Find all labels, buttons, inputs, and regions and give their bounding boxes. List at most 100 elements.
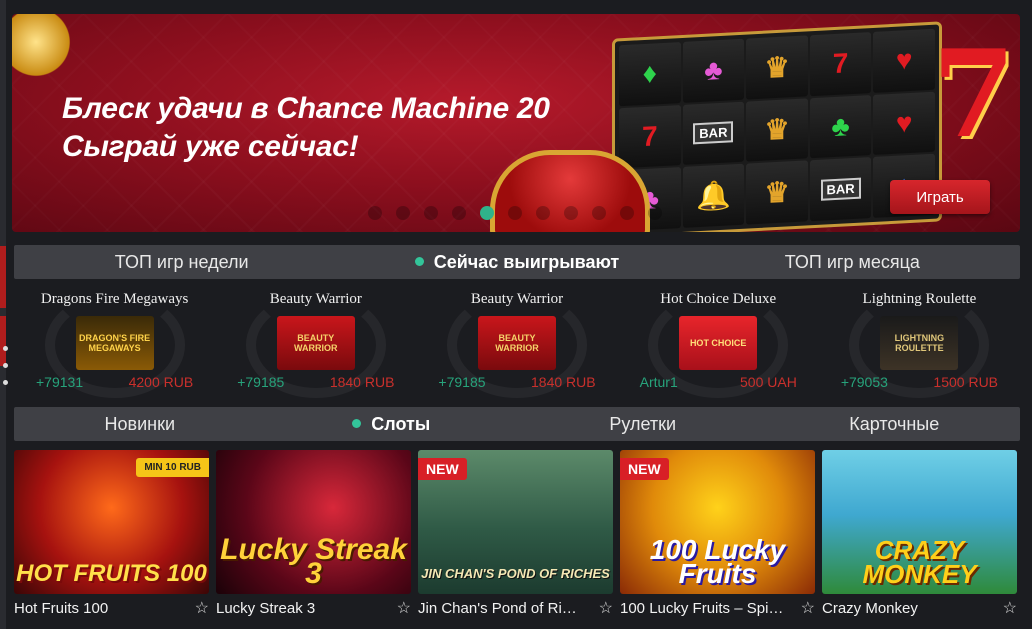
pagination-dot[interactable] (592, 206, 606, 220)
tab-top-month[interactable]: ТОП игр месяца (685, 252, 1020, 273)
bar-symbol-label: BAR (693, 121, 734, 145)
winner-card[interactable]: Dragons Fire Megaways DRAGON'S FIRE MEGA… (14, 284, 215, 400)
winner-game-name: Beauty Warrior (269, 291, 362, 307)
winner-user: +79185 (237, 374, 285, 390)
crown-symbol-icon: ♛ (746, 160, 808, 225)
promo-banner[interactable]: Блеск удачи в Chance Machine 20 Сыграй у… (12, 14, 1020, 232)
banner-pagination (368, 206, 662, 220)
game-art-title: 100 Lucky Fruits (649, 534, 786, 589)
game-thumbnail[interactable]: Lucky Streak 3 (216, 450, 411, 594)
banner-title-line1: Блеск удачи в Chance Machine 20 (62, 92, 550, 125)
pagination-dot[interactable] (424, 206, 438, 220)
clover-symbol-icon: ♣ (809, 94, 872, 159)
pagination-dot[interactable] (564, 206, 578, 220)
game-name[interactable]: Hot Fruits 100 (14, 600, 179, 617)
casino-page: Блеск удачи в Chance Machine 20 Сыграй у… (0, 0, 1032, 629)
winner-game-thumbnail[interactable]: DRAGON'S FIRE MEGAWAYS (75, 316, 154, 370)
seven-symbol-icon: 7 (619, 104, 681, 169)
game-thumbnail[interactable]: NEW 100 Lucky Fruits (620, 450, 815, 594)
pagination-dot[interactable] (368, 206, 382, 220)
bar-symbol: BAR (809, 157, 872, 222)
game-name[interactable]: 100 Lucky Fruits – Spi… (620, 600, 785, 617)
game-card[interactable]: MIN 10 RUB HOT FRUITS 100 Hot Fruits 100… (14, 450, 209, 622)
tab-slots[interactable]: Слоты (266, 414, 518, 435)
favorite-star-icon[interactable]: ☆ (397, 598, 411, 618)
winner-amount: 4200 RUB (128, 374, 194, 390)
pagination-dot[interactable] (536, 206, 550, 220)
favorite-star-icon[interactable]: ☆ (801, 598, 815, 618)
winner-card[interactable]: Hot Choice Deluxe HOT CHOICE Artur1 500 U… (618, 284, 819, 400)
winner-game-thumbnail[interactable]: HOT CHOICE (679, 316, 758, 370)
winner-amount: 1840 RUB (329, 374, 395, 390)
pagination-dot[interactable] (452, 206, 466, 220)
game-category-tabs: Новинки Слоты Рулетки Карточные (14, 407, 1020, 441)
pagination-dot[interactable] (480, 206, 494, 220)
winner-user: +79053 (840, 374, 888, 390)
winners-list: Dragons Fire Megaways DRAGON'S FIRE MEGA… (14, 284, 1020, 400)
games-grid: MIN 10 RUB HOT FRUITS 100 Hot Fruits 100… (14, 450, 1020, 622)
game-card[interactable]: NEW 100 Lucky Fruits 100 Lucky Fruits – … (620, 450, 815, 622)
min-bet-badge: MIN 10 RUB (136, 458, 209, 477)
pagination-dot[interactable] (396, 206, 410, 220)
game-art-title: JIN CHAN'S POND OF RICHES (421, 566, 610, 581)
game-art-title: CRAZY MONKEY (862, 535, 977, 589)
seven-symbol-icon: 7 (809, 32, 872, 96)
winner-game-thumbnail[interactable]: BEAUTY WARRIOR (478, 316, 556, 370)
game-card[interactable]: Lucky Streak 3 Lucky Streak 3 ☆ (216, 450, 411, 622)
tab-roulettes[interactable]: Рулетки (517, 414, 769, 435)
game-name[interactable]: Jin Chan's Pond of Ric… (418, 600, 583, 617)
favorite-star-icon[interactable]: ☆ (1003, 598, 1017, 618)
winner-card[interactable]: Beauty Warrior BEAUTY WARRIOR +79185 1840… (416, 284, 617, 400)
winner-amount: 1840 RUB (531, 374, 596, 390)
winner-game-name: Beauty Warrior (470, 291, 564, 307)
bar-symbol-label: BAR (820, 177, 861, 201)
bell-symbol-icon: 🔔 (682, 164, 745, 228)
seven-illustration: 7 (932, 24, 1016, 165)
pagination-dot[interactable] (508, 206, 522, 220)
heart-symbol-icon: ♥ (873, 91, 935, 156)
banner-play-button[interactable]: Играть (890, 180, 990, 214)
pagination-dot[interactable] (620, 206, 634, 220)
banner-title-line2: Сыграй уже сейчас! (62, 130, 359, 163)
diamond-symbol-icon: ♦ (619, 42, 681, 106)
club-symbol-icon: ♣ (682, 38, 745, 103)
edge-red-segment (0, 246, 6, 308)
winner-game-name: Hot Choice Deluxe (660, 291, 777, 307)
game-art-title: Lucky Streak 3 (220, 533, 407, 590)
winner-amount: 500 UAH (740, 374, 797, 390)
banner-title: Блеск удачи в Chance Machine 20 Сыграй у… (62, 90, 550, 166)
winner-user: +79185 (438, 374, 486, 390)
bar-symbol: BAR (682, 101, 745, 166)
game-thumbnail[interactable]: NEW JIN CHAN'S POND OF RICHES (418, 450, 613, 594)
game-thumbnail[interactable]: CRAZY MONKEY (822, 450, 1017, 594)
favorite-star-icon[interactable]: ☆ (599, 598, 613, 618)
new-badge: NEW (418, 458, 467, 480)
game-art-title: HOT FRUITS 100 (16, 560, 207, 587)
tab-top-week[interactable]: ТОП игр недели (14, 252, 349, 273)
bell-icon (12, 14, 72, 84)
game-thumbnail[interactable]: MIN 10 RUB HOT FRUITS 100 (14, 450, 209, 594)
winner-card[interactable]: Lightning Roulette LIGHTNING ROULETTE +7… (819, 284, 1020, 400)
heart-symbol-icon: ♥ (873, 28, 935, 93)
game-name[interactable]: Lucky Streak 3 (216, 600, 381, 617)
winner-game-name: Lightning Roulette (862, 291, 977, 307)
favorite-star-icon[interactable]: ☆ (195, 598, 209, 618)
winner-card[interactable]: Beauty Warrior BEAUTY WARRIOR +79185 1840… (215, 284, 416, 400)
tab-winning-now[interactable]: Сейчас выигрывают (349, 252, 684, 273)
winner-amount: 1500 RUB (933, 374, 999, 390)
winner-game-thumbnail[interactable]: LIGHTNING ROULETTE (880, 316, 959, 370)
pagination-dot[interactable] (648, 206, 662, 220)
winner-user: Artur1 (639, 374, 678, 390)
winner-game-thumbnail[interactable]: BEAUTY WARRIOR (276, 316, 355, 370)
game-name[interactable]: Crazy Monkey (822, 600, 987, 617)
left-edge-strip (0, 0, 8, 629)
crown-symbol-icon: ♛ (746, 98, 808, 162)
new-badge: NEW (620, 458, 669, 480)
winner-game-name: Dragons Fire Megaways (40, 291, 189, 307)
tab-new[interactable]: Новинки (14, 414, 266, 435)
edge-menu-icon[interactable] (3, 346, 8, 385)
tab-card-games[interactable]: Карточные (769, 414, 1021, 435)
winner-user: +79131 (36, 374, 84, 390)
game-card[interactable]: CRAZY MONKEY Crazy Monkey ☆ (822, 450, 1017, 622)
game-card[interactable]: NEW JIN CHAN'S POND OF RICHES Jin Chan's… (418, 450, 613, 622)
